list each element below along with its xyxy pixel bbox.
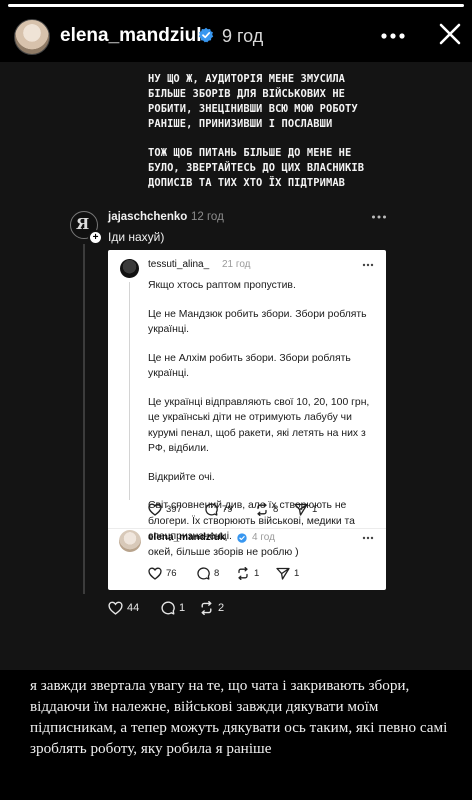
story-progress-bar — [8, 4, 464, 7]
story-timestamp: 9 год — [222, 26, 264, 46]
quoted-reply-more-icon[interactable] — [362, 536, 374, 540]
reply-more-icon[interactable] — [371, 214, 387, 220]
reply-avatar-letter: Я — [76, 215, 90, 233]
quoted-timestamp: 21 год — [222, 259, 251, 270]
quoted-post-card[interactable]: tessuti_alina_ 21 год Якщо хтось раптом … — [108, 250, 386, 590]
comment-count: 79 — [222, 504, 233, 515]
share-count: 1 — [294, 568, 300, 579]
quoted-reply-timestamp: 4 год — [252, 532, 275, 543]
heart-icon — [108, 601, 123, 615]
heart-icon — [148, 503, 162, 516]
more-horizontal-icon[interactable] — [378, 24, 408, 48]
story-caption-top: НУ ЩО Ж, АУДИТОРІЯ МЕНЕ ЗМУСИЛА БІЛЬШЕ З… — [148, 72, 378, 205]
reply-actions: 44 1 2 — [108, 600, 308, 618]
quoted-more-icon[interactable] — [362, 263, 374, 267]
repost-count: 1 — [254, 568, 260, 579]
story-progress-fill — [8, 4, 464, 7]
quoted-post-actions: 397 79 8 1 — [148, 502, 378, 518]
quoted-paragraph: Це не Алхім робить збори. Збори роблять … — [148, 352, 351, 380]
quoted-author-username[interactable]: tessuti_alina_ — [148, 259, 209, 270]
repost-icon — [201, 601, 212, 615]
repost-icon — [238, 567, 248, 580]
like-count: 76 — [166, 568, 177, 579]
reply-author-username[interactable]: jajaschchenko — [108, 211, 187, 223]
reply-timestamp: 12 год — [191, 211, 224, 223]
comment-icon — [197, 567, 210, 580]
story-author-username[interactable]: elena_mandziuk — [60, 25, 207, 47]
share-count: 1 — [312, 504, 318, 515]
thread-line — [83, 244, 85, 594]
reply-text: Іди нахуй) — [108, 230, 165, 244]
send-icon — [276, 567, 290, 580]
caption-paragraph: НУ ЩО Ж, АУДИТОРІЯ МЕНЕ ЗМУСИЛА БІЛЬШЕ З… — [148, 73, 358, 130]
quoted-reply-avatar[interactable] — [119, 530, 141, 552]
heart-icon — [148, 567, 162, 580]
repost-count: 2 — [218, 602, 225, 614]
quoted-reply-text: окей, більше зборів не роблю ) — [148, 546, 299, 558]
repost-count: 8 — [273, 504, 279, 515]
quoted-paragraph: Якщо хтось раптом пропустив. — [148, 280, 296, 291]
quoted-paragraph: Відкрийте очі. — [148, 471, 215, 483]
like-count: 44 — [127, 602, 140, 614]
divider — [108, 528, 386, 529]
comment-count: 1 — [179, 602, 186, 614]
quoted-reply-username[interactable]: elena_mandziuk — [148, 532, 225, 543]
caption-paragraph: ТОЖ ЩОБ ПИТАНЬ БІЛЬШЕ ДО МЕНЕ НЕ БУЛО, З… — [148, 147, 365, 189]
verified-badge-icon — [198, 27, 214, 43]
story-header: elena_mandziuk 9 год — [0, 12, 472, 62]
quoted-thread-line — [129, 282, 130, 500]
quoted-reply-actions: 76 8 1 1 — [148, 566, 378, 582]
like-count: 397 — [166, 504, 182, 515]
repost-icon — [257, 503, 267, 516]
quoted-paragraph: Це українці відправляють свої 10, 20, 10… — [148, 396, 370, 455]
comment-icon — [161, 601, 175, 615]
verified-badge-icon — [237, 533, 247, 543]
quoted-author-avatar[interactable] — [120, 259, 139, 278]
comment-count: 8 — [214, 568, 220, 579]
close-icon[interactable] — [438, 22, 462, 46]
story-caption-bottom: я завжди звертала увагу на те, що чата і… — [30, 677, 448, 757]
follow-plus-icon[interactable]: + — [88, 230, 103, 245]
story-author-avatar[interactable] — [14, 19, 50, 55]
send-icon — [294, 503, 308, 516]
quoted-paragraph: Це не Мандзюк робить збори. Збори роблят… — [148, 308, 367, 336]
comment-icon — [205, 503, 218, 516]
